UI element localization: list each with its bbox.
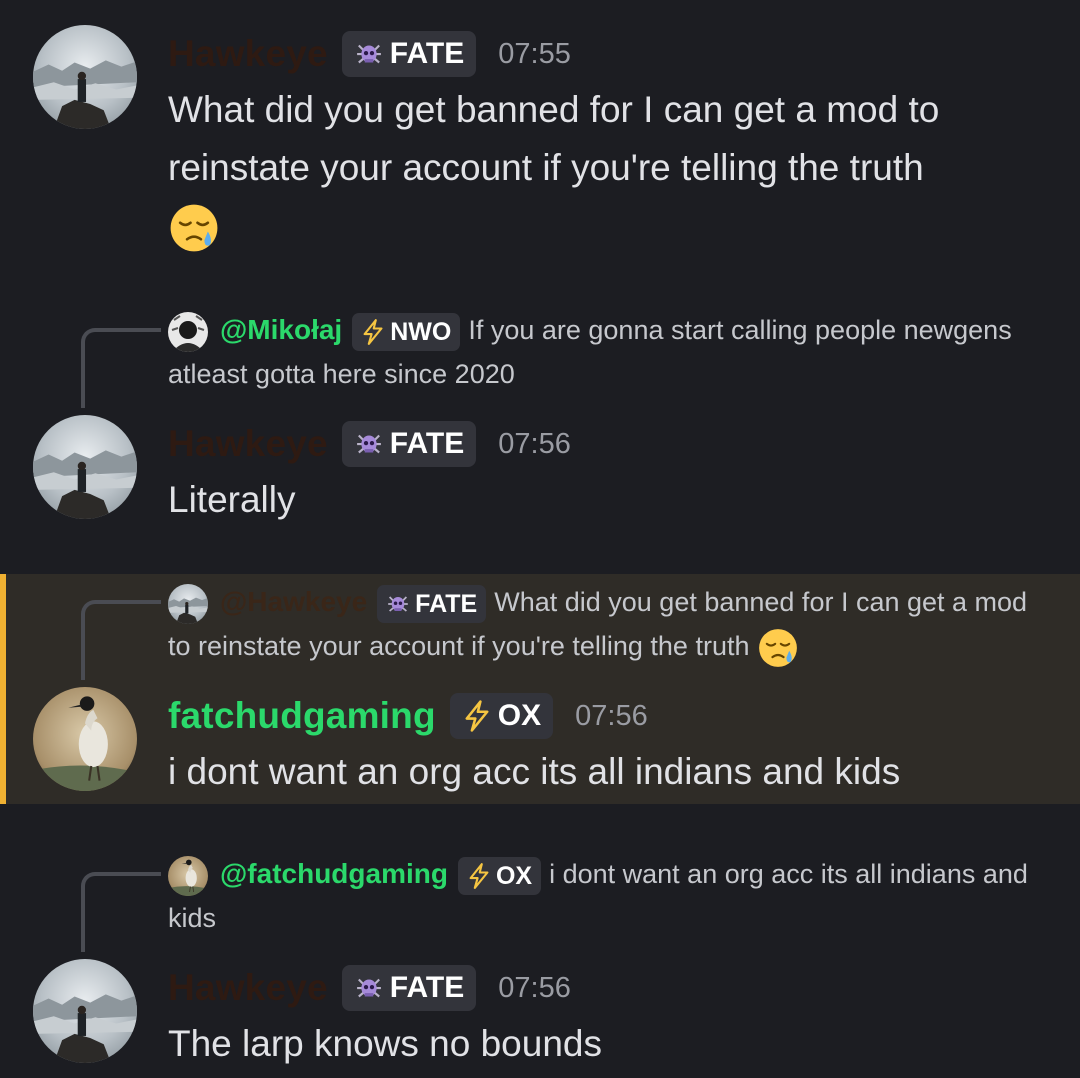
reply-preview[interactable]: @fatchudgaming OX i dont want an org acc i… — [168, 852, 1048, 940]
role-tag[interactable]: FATE — [341, 421, 477, 467]
skull-spider-icon — [352, 427, 386, 461]
message-text: The larp knows no bounds — [168, 1023, 602, 1064]
lightning-icon — [465, 862, 493, 890]
reply-connector — [81, 328, 161, 408]
message-text: What did you get banned for I can get a … — [168, 81, 1048, 255]
username[interactable]: Hawkeye — [168, 967, 328, 1009]
reply-preview[interactable]: @Hawkeye FATE What did you get banned for … — [168, 580, 1048, 669]
lightning-icon — [359, 318, 387, 346]
timestamp: 07:56 — [498, 427, 571, 460]
reply-role-tag: OX — [457, 856, 542, 895]
message-text: Literally — [168, 479, 296, 520]
skull-spider-icon — [384, 590, 412, 618]
reply-mention[interactable]: @Hawkeye — [220, 586, 367, 617]
reply-role-tag: NWO — [352, 312, 461, 351]
username[interactable]: Hawkeye — [168, 423, 328, 465]
avatar[interactable] — [33, 687, 137, 791]
reply-connector — [81, 872, 161, 952]
sad-relieved-face-emoji — [757, 627, 799, 669]
reply-connector — [81, 600, 161, 680]
reply-mention[interactable]: @Mikołaj — [220, 314, 342, 345]
username[interactable]: Hawkeye — [168, 33, 328, 75]
sad-relieved-face-emoji — [168, 202, 220, 254]
role-tag[interactable]: OX — [449, 693, 554, 739]
avatar[interactable] — [33, 25, 137, 129]
timestamp: 07:56 — [498, 971, 571, 1004]
username[interactable]: fatchudgaming — [168, 695, 436, 737]
reply-avatar — [168, 312, 208, 352]
avatar[interactable] — [33, 415, 137, 519]
reply-mention[interactable]: @fatchudgaming — [220, 858, 448, 889]
timestamp: 07:55 — [498, 37, 571, 70]
role-tag[interactable]: FATE — [341, 965, 477, 1011]
reply-avatar — [168, 584, 208, 624]
reply-avatar — [168, 856, 208, 896]
avatar[interactable] — [33, 959, 137, 1063]
message-text: i dont want an org acc its all indians a… — [168, 751, 901, 792]
reply-preview[interactable]: @Mikołaj NWO If you are gonna start callin… — [168, 308, 1048, 396]
skull-spider-icon — [352, 971, 386, 1005]
skull-spider-icon — [352, 37, 386, 71]
timestamp: 07:56 — [575, 699, 648, 732]
reply-role-tag: FATE — [377, 584, 487, 623]
lightning-icon — [460, 699, 494, 733]
role-tag[interactable]: FATE — [341, 31, 477, 77]
